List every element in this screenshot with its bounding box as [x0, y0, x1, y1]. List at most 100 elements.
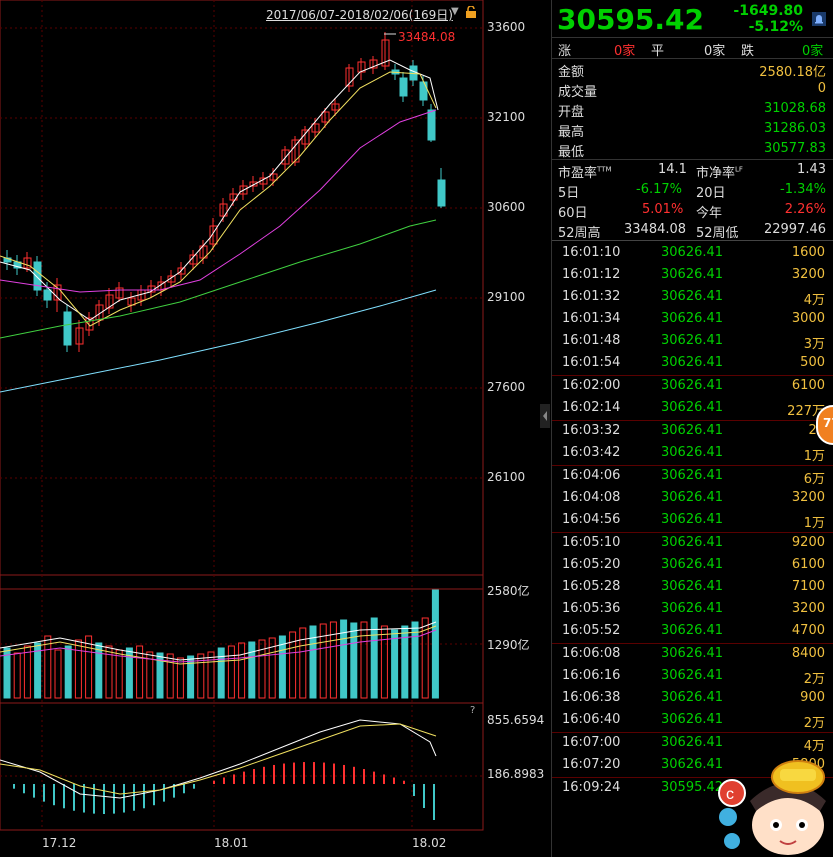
tick-volume: 3200 [791, 267, 825, 282]
tick-row: 16:01:12 30626.41 3200 [552, 264, 827, 286]
tick-time: 16:01:48 [562, 333, 621, 348]
d60-value: 5.01% [642, 202, 684, 217]
tick-row: 16:01:10 30626.41 1600 [552, 242, 827, 264]
d20-value: -1.34% [780, 182, 826, 197]
tick-time: 16:04:08 [562, 490, 621, 505]
date-range-selector[interactable]: 2017/06/07-2018/02/06(169日) [266, 6, 453, 23]
stat-row-amount: 金额 2580.18亿 [552, 59, 833, 80]
volume-bar [85, 635, 93, 699]
d5-value: -6.17% [636, 182, 682, 197]
stat-label: 最低 [558, 145, 585, 160]
volume-bar [217, 647, 225, 699]
tick-price: 30595.42 [661, 780, 724, 795]
help-icon[interactable]: ? [470, 705, 475, 716]
stat-value: 31028.68 [763, 101, 826, 116]
tick-row: 16:04:08 30626.41 3200 [552, 487, 827, 509]
pe-label-text: 市盈率 [558, 166, 598, 181]
tick-price: 30626.41 [661, 601, 724, 616]
tick-row: 16:01:32 30626.41 4万 [552, 286, 827, 308]
tick-time: 16:01:34 [562, 311, 621, 326]
tick-volume: 7100 [791, 579, 825, 594]
shirt-icon [724, 833, 740, 849]
stat-label: 开盘 [558, 105, 585, 120]
tick-price: 30626.41 [661, 579, 724, 594]
tick-time: 16:06:38 [562, 690, 621, 705]
tick-price: 30626.41 [661, 557, 724, 572]
kline-chart-svg[interactable] [0, 0, 551, 857]
tick-volume: 4万 [803, 293, 825, 308]
candle-body [419, 81, 428, 101]
price-axis-label: 26100 [487, 470, 526, 484]
volume-bar [13, 652, 21, 699]
moving-average-line [0, 109, 437, 293]
tick-price: 30626.41 [661, 445, 724, 460]
peak-price-label: 33484.08 [398, 30, 456, 44]
tick-price: 30626.41 [661, 400, 724, 415]
pe-label: 市盈率TTM [558, 162, 611, 181]
w52l-value: 22997.46 [763, 222, 826, 237]
tick-price: 30626.41 [661, 423, 724, 438]
stat-value: 30577.83 [763, 141, 826, 156]
price-axis-label: 32100 [487, 110, 526, 124]
kline-chart-area[interactable]: 2017/06/07-2018/02/06(169日) ▼ 33600 3210… [0, 0, 551, 857]
tick-row: 16:05:10 30626.41 9200 [552, 532, 827, 554]
moving-average-line [0, 71, 437, 327]
price-change-percent: -5.12% [748, 19, 803, 35]
volume-bar [309, 625, 317, 699]
tick-volume: 9200 [791, 535, 825, 550]
tick-time: 16:02:14 [562, 400, 621, 415]
tick-time: 16:02:00 [562, 378, 621, 393]
tick-volume: 2万 [803, 672, 825, 687]
tick-time: 16:01:32 [562, 289, 621, 304]
price-axis-label: 30600 [487, 200, 526, 214]
ratio-row-valuation: 市盈率TTM 14.1 市净率LF 1.43 [552, 160, 833, 181]
volume-bar [299, 627, 307, 699]
volume-bar [207, 651, 215, 699]
tick-price: 30626.41 [661, 311, 724, 326]
volume-bar [360, 621, 368, 699]
tick-time: 16:05:28 [562, 579, 621, 594]
volume-bar [95, 642, 103, 699]
chevron-down-icon[interactable]: ▼ [451, 6, 459, 17]
tick-row: 16:06:08 30626.41 8400 [552, 643, 827, 665]
tick-row: 16:04:56 30626.41 1万 [552, 509, 827, 531]
tick-time: 16:06:16 [562, 668, 621, 683]
tick-row: 16:06:16 30626.41 2万 [552, 665, 827, 687]
tick-row: 16:04:06 30626.41 6万 [552, 465, 827, 487]
tick-volume: 8400 [791, 646, 825, 661]
chart-frame [0, 0, 484, 831]
volume-bar [431, 589, 439, 699]
tick-price: 30626.41 [661, 512, 724, 527]
tick-price: 30626.41 [661, 468, 724, 483]
bell-icon[interactable] [812, 12, 826, 26]
tick-volume: 3万 [803, 337, 825, 352]
volume-axis-label: 1290亿 [487, 638, 530, 652]
tick-time: 16:04:56 [562, 512, 621, 527]
ytd-value: 2.26% [784, 202, 826, 217]
price-axis-label: 29100 [487, 290, 526, 304]
stat-row-open: 开盘 31028.68 [552, 99, 833, 120]
stat-label: 成交量 [558, 85, 598, 100]
collapse-panel-handle[interactable] [540, 404, 550, 428]
down-label: 跌 [741, 44, 755, 59]
volume-bar [64, 645, 72, 699]
macd-dif-line [0, 719, 437, 799]
stat-value: 0 [817, 81, 826, 96]
candle-body [63, 311, 72, 346]
price-axis-label: 33600 [487, 20, 526, 34]
pe-value: 14.1 [658, 162, 687, 177]
tick-price: 30626.41 [661, 735, 724, 750]
volume-bar [44, 635, 52, 699]
d5-label: 5日 [558, 186, 580, 201]
assistant-mascot[interactable]: c [716, 755, 833, 857]
w52l-label: 52周低 [696, 226, 739, 241]
tick-row: 16:01:48 30626.41 3万 [552, 330, 827, 352]
w52h-value: 33484.08 [624, 222, 687, 237]
tick-price: 30626.41 [661, 668, 724, 683]
tick-price: 30626.41 [661, 267, 724, 282]
tick-volume: 1600 [791, 245, 825, 260]
lock-icon[interactable] [465, 6, 477, 18]
volume-bar [350, 622, 358, 699]
tick-row: 16:03:42 30626.41 1万 [552, 442, 827, 464]
tick-time: 16:05:36 [562, 601, 621, 616]
